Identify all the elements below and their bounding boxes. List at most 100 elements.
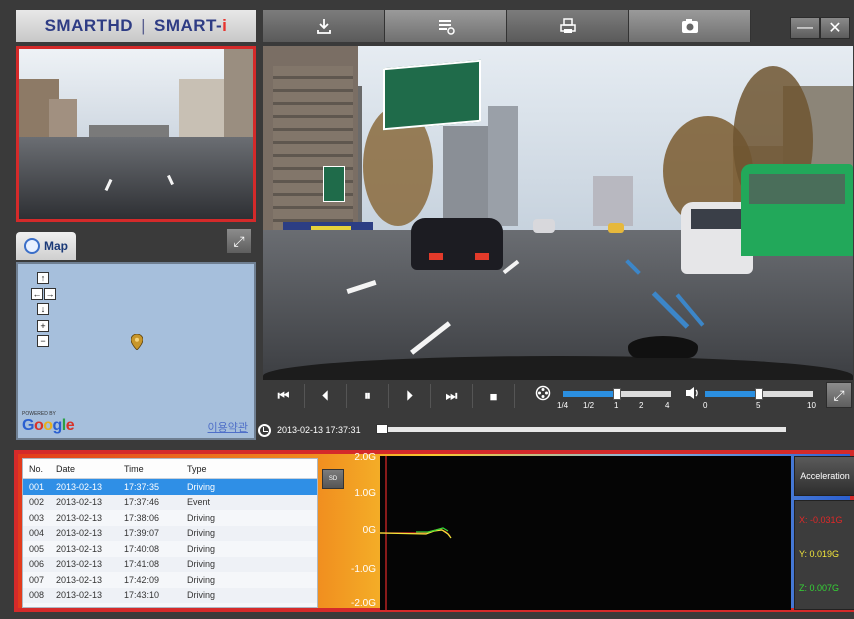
acceleration-button[interactable]: Acceleration — [794, 456, 854, 496]
fullscreen-button[interactable]: ⤢ — [826, 382, 852, 408]
map-tab-label: Map — [44, 239, 68, 253]
rear-camera-view[interactable] — [16, 46, 256, 222]
acceleration-graph — [379, 456, 791, 610]
previous-frame-button[interactable]: ⏴ — [305, 384, 347, 408]
skip-to-end-button[interactable]: ⏭ — [431, 384, 473, 408]
playback-timestamp: 2013-02-13 17:37:31 — [277, 425, 361, 435]
front-camera-view[interactable] — [263, 46, 853, 380]
event-time: 17:38:06 — [124, 512, 160, 523]
snapshot-button[interactable] — [629, 10, 751, 42]
download-button[interactable] — [263, 10, 385, 42]
event-type: Driving — [187, 590, 216, 601]
camera-icon — [681, 19, 698, 33]
fullscreen-icon: ⤢ — [833, 386, 845, 403]
print-button[interactable] — [507, 10, 629, 42]
timeline-handle[interactable] — [376, 424, 388, 434]
event-time: 17:42:09 — [124, 574, 160, 585]
speaker-icon — [686, 387, 698, 399]
event-type: Driving — [187, 574, 216, 585]
settings-list-button[interactable] — [385, 10, 507, 42]
event-list: No. Date Time Type 001 2013-02-13 17:37:35… — [22, 458, 318, 608]
volume-tick-10: 10 — [807, 401, 816, 410]
event-date: 2013-02-13 — [56, 481, 103, 492]
stop-button[interactable]: ■ — [473, 384, 515, 408]
column-header-no[interactable]: No. — [23, 464, 56, 474]
globe-icon — [24, 238, 40, 254]
event-row[interactable]: 001 2013-02-13 17:37:35 Driving — [23, 479, 317, 495]
next-frame-button[interactable]: ⏵ — [389, 384, 431, 408]
event-type: Driving — [187, 528, 216, 539]
print-icon — [559, 18, 576, 33]
volume-slider-handle[interactable] — [755, 388, 763, 400]
event-time: 17:37:46 — [124, 497, 160, 508]
speed-tick-4x: 4 — [665, 401, 670, 410]
speed-tick-1x: 1 — [614, 401, 619, 410]
map-pan-right-button[interactable]: → — [44, 288, 56, 300]
graph-y-label-neg1g: -1.0G — [350, 564, 376, 575]
event-row[interactable]: 002 2013-02-13 17:37:46 Event — [23, 494, 317, 510]
speed-slider-fill — [563, 391, 617, 397]
sd-card-icon: SD — [328, 476, 338, 482]
sd-card-button[interactable]: SD — [322, 469, 344, 489]
map-pan-left-button[interactable]: ← — [31, 288, 43, 300]
map-view[interactable]: ↑ ← → ↓ + − POWERED BY Google 이용약관 — [16, 262, 256, 440]
map-pan-up-button[interactable]: ↑ — [37, 272, 49, 284]
event-no: 004 — [29, 528, 45, 539]
event-panel: No. Date Time Type 001 2013-02-13 17:37:35… — [14, 450, 854, 612]
minimize-button[interactable]: — — [790, 17, 820, 39]
speed-reel-icon — [535, 385, 551, 401]
close-button[interactable]: ✕ — [820, 17, 850, 39]
volume-slider-fill — [705, 391, 759, 397]
map-tab[interactable]: Map — [16, 232, 76, 260]
acceleration-plot — [379, 456, 452, 610]
event-no: 002 — [29, 497, 45, 508]
brand-smarthd: SMARTHD — [44, 16, 134, 35]
event-list-header: No. Date Time Type — [23, 459, 317, 479]
map-expand-button[interactable]: ⤢ — [226, 228, 252, 254]
event-row[interactable]: 007 2013-02-13 17:42:09 Driving — [23, 572, 317, 588]
event-type: Driving — [187, 543, 216, 554]
pause-button[interactable]: ⏸ — [347, 384, 389, 408]
graph-y-label-0g: 0G — [362, 525, 376, 536]
map-terms-link[interactable]: 이용약관 — [208, 419, 248, 435]
speed-slider-handle[interactable] — [613, 388, 621, 400]
z-axis-value: Z: 0.007G — [799, 583, 840, 593]
map-zoom-in-button[interactable]: + — [37, 320, 49, 332]
location-pin-icon — [131, 334, 143, 350]
event-type: Driving — [187, 559, 216, 570]
event-row[interactable]: 008 2013-02-13 17:43:10 Driving — [23, 587, 317, 603]
event-no: 008 — [29, 590, 45, 601]
window-controls: — ✕ — [790, 17, 850, 39]
brand-smarti: SMART- — [154, 16, 223, 35]
event-list-rows: 001 2013-02-13 17:37:35 Driving 002 2013-02-1… — [23, 479, 317, 603]
graph-y-label-2g: 2.0G — [354, 452, 376, 463]
timeline-slider[interactable] — [376, 424, 786, 434]
x-axis-value: X: -0.031G — [799, 515, 843, 525]
event-no: 006 — [29, 559, 45, 570]
dashcam-viewer-window: SMARTHD | SMART-i — ✕ Map ⤢ ↑ ← → ↓ + − … — [0, 0, 854, 619]
column-header-type[interactable]: Type — [187, 464, 283, 474]
top-toolbar — [263, 10, 751, 42]
event-date: 2013-02-13 — [56, 497, 103, 508]
event-row[interactable]: 003 2013-02-13 17:38:06 Driving — [23, 510, 317, 526]
brand-separator: | — [141, 16, 146, 35]
y-axis-value: Y: 0.019G — [799, 549, 840, 559]
event-type: Driving — [187, 512, 216, 523]
skip-to-start-button[interactable]: ⏮ — [263, 384, 305, 408]
event-date: 2013-02-13 — [56, 574, 103, 585]
event-date: 2013-02-13 — [56, 559, 103, 570]
map-zoom-out-button[interactable]: − — [37, 335, 49, 347]
event-time: 17:39:07 — [124, 528, 160, 539]
column-header-time[interactable]: Time — [124, 464, 187, 474]
event-row[interactable]: 006 2013-02-13 17:41:08 Driving — [23, 556, 317, 572]
event-row[interactable]: 004 2013-02-13 17:39:07 Driving — [23, 525, 317, 541]
event-row[interactable]: 005 2013-02-13 17:40:08 Driving — [23, 541, 317, 557]
event-type: Driving — [187, 481, 216, 492]
event-time: 17:43:10 — [124, 590, 160, 601]
event-time: 17:37:35 — [124, 481, 160, 492]
map-pan-down-button[interactable]: ↓ — [37, 303, 49, 315]
speed-tick-2x: 2 — [639, 401, 644, 410]
clock-icon — [258, 423, 271, 437]
event-time: 17:41:08 — [124, 559, 160, 570]
column-header-date[interactable]: Date — [56, 464, 124, 474]
